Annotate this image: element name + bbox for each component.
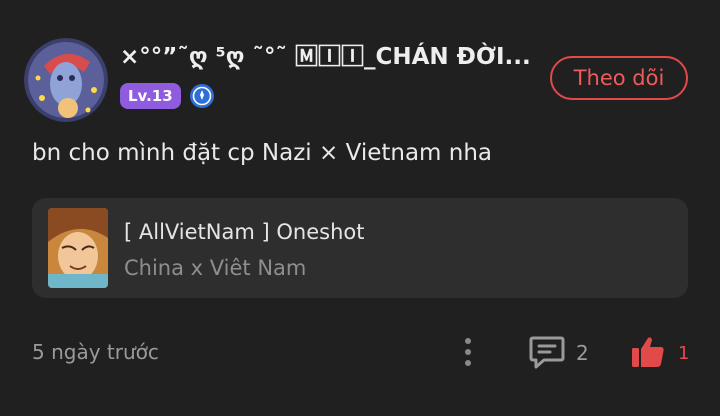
story-card[interactable]: [ AllVietNam ] Oneshot China x Viêt Nam	[32, 198, 688, 298]
verified-badge-icon	[189, 84, 214, 108]
follow-button[interactable]: Theo dõi	[550, 56, 688, 100]
story-title: [ AllVietNam ] Oneshot	[124, 220, 365, 244]
avatar[interactable]	[24, 38, 108, 122]
level-badge: Lv.13	[120, 83, 181, 109]
more-options-icon[interactable]	[458, 336, 478, 368]
comment-text: bn cho mình đặt cp Nazi × Vietnam nha	[32, 140, 493, 166]
reply-icon[interactable]	[528, 334, 566, 370]
username[interactable]: ×°°”˜ღ ⁵ღ ˜°˜ 🄼🄸🄸_CHÁN ĐỜI...	[120, 40, 540, 74]
user-badges: Lv.13	[120, 82, 215, 110]
like-icon[interactable]	[630, 334, 666, 370]
timestamp: 5 ngày trước	[32, 340, 159, 364]
like-count: 1	[678, 343, 690, 364]
story-cover	[48, 208, 108, 288]
reply-count: 2	[576, 341, 589, 365]
comment-header: ×°°”˜ღ ⁵ღ ˜°˜ 🄼🄸🄸_CHÁN ĐỜI... Lv.13 Theo…	[24, 38, 696, 124]
story-subtitle: China x Viêt Nam	[124, 256, 307, 280]
